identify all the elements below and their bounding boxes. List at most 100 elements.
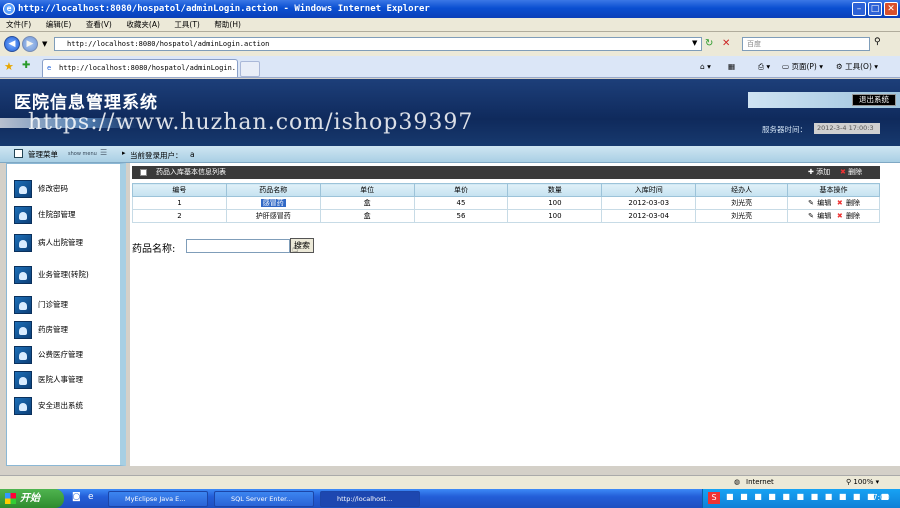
quicklaunch-ie-icon[interactable]: e xyxy=(88,492,94,502)
current-user-value: a xyxy=(190,150,195,159)
drug-name-selected[interactable]: 感冒药 xyxy=(260,199,286,207)
server-time-label: 服务器时间： xyxy=(762,125,807,134)
nav-strip: 管理菜单 show menu ☰ ▸ 当前登录用户： a xyxy=(0,146,900,163)
table-row: 1 感冒药 盒 45 100 2012-03-03 刘光亮 ✎ 编辑 ✖ 删除 xyxy=(132,196,880,210)
col-date: 入库时间 xyxy=(601,183,697,197)
taskbar-item-ie[interactable]: http://localhost... xyxy=(320,491,420,507)
exit-system-button[interactable]: 退出系统 xyxy=(852,94,896,106)
col-actions: 基本操作 xyxy=(787,183,880,197)
sidebar-item-pharmacy[interactable]: 药房管理 xyxy=(14,321,122,341)
edit-link[interactable]: ✎ 编辑 xyxy=(807,199,831,207)
stop-icon[interactable]: ✕ xyxy=(722,37,736,51)
table-header-row: 编号 药品名称 单位 单价 数量 入库时间 经办人 基本操作 xyxy=(132,183,880,197)
edit-link[interactable]: ✎ 编辑 xyxy=(807,212,831,220)
menu-edit[interactable]: 编辑(E) xyxy=(40,18,78,32)
start-button[interactable]: 开始 xyxy=(0,489,64,508)
tab-current[interactable]: e http://localhost:8080/hospatol/adminLo… xyxy=(42,59,238,77)
user-icon xyxy=(14,296,32,314)
zoom-level[interactable]: ⚲ 100% ▾ xyxy=(846,476,879,489)
user-icon xyxy=(14,371,32,389)
delete-icon: ✖ xyxy=(836,199,843,207)
sidebar-item-change-password[interactable]: 修改密码 xyxy=(14,180,122,200)
menu-bar: 文件(F) 编辑(E) 查看(V) 收藏夹(A) 工具(T) 帮助(H) xyxy=(0,18,900,32)
menu-view[interactable]: 查看(V) xyxy=(80,18,118,32)
search-label: 药品名称: xyxy=(132,244,176,255)
add-button[interactable]: ✚ 添加 xyxy=(808,166,830,179)
tray-icons[interactable]: ■ ■ ■ ■ ■ ■ ■ ■ ■ ■ ■ ■ xyxy=(726,492,891,501)
window-title: http://localhost:8080/hospatol/adminLogi… xyxy=(18,4,430,14)
search-icon[interactable]: ⚲ xyxy=(874,37,881,47)
home-icon[interactable]: ⌂ ▾ xyxy=(700,60,711,74)
table-row: 2 护肝感冒药 盒 56 100 2012-03-04 刘光亮 ✎ 编辑 ✖ 删… xyxy=(132,209,880,223)
user-icon xyxy=(14,266,32,284)
menu-file[interactable]: 文件(F) xyxy=(0,18,37,32)
favorites-star-icon[interactable]: ★ xyxy=(4,60,14,73)
feeds-icon[interactable]: ▦ xyxy=(728,60,735,74)
zone-text: Internet xyxy=(746,478,774,486)
history-dropdown-icon[interactable]: ▼ xyxy=(42,40,47,48)
sidebar-item-inpatient[interactable]: 住院部管理 xyxy=(14,206,122,226)
user-icon xyxy=(14,321,32,339)
col-handler: 经办人 xyxy=(695,183,789,197)
refresh-icon[interactable]: ↻ xyxy=(705,37,719,51)
minimize-button[interactable]: – xyxy=(852,2,866,16)
user-icon xyxy=(14,346,32,364)
maximize-button[interactable]: □ xyxy=(868,2,882,16)
globe-icon: ◍ xyxy=(734,478,741,486)
col-qty: 数量 xyxy=(507,183,603,197)
watermark-text: https://www.huzhan.com/ishop39397 xyxy=(28,110,474,135)
menu-favorites[interactable]: 收藏夹(A) xyxy=(120,18,165,32)
show-desktop-icon[interactable]: ◙ xyxy=(72,492,81,502)
panel-header: 药品入库基本信息列表 ✚ 添加 ✖ 删除 xyxy=(132,166,880,179)
user-icon xyxy=(14,397,32,415)
taskbar-item-myeclipse[interactable]: MyEclipse Java E... xyxy=(108,491,208,507)
col-price: 单价 xyxy=(413,183,509,197)
nav-menu-sub[interactable]: show menu xyxy=(68,151,97,157)
close-button[interactable]: ✕ xyxy=(884,2,898,16)
sidebar-item-public-medical[interactable]: 公费医疗管理 xyxy=(14,346,122,366)
status-bar: ◍ Internet ⚲ 100% ▾ xyxy=(0,475,900,489)
search-input[interactable]: 百度 xyxy=(742,37,870,51)
forward-icon[interactable]: ▶ xyxy=(22,36,38,52)
arrow-icon: ▸ xyxy=(122,149,126,157)
current-user-label: 当前登录用户： xyxy=(130,151,183,160)
col-name: 药品名称 xyxy=(225,183,321,197)
sidebar-item-discharge[interactable]: 病人出院管理 xyxy=(14,234,122,254)
user-icon xyxy=(14,234,32,252)
add-favorite-icon[interactable]: ✚ xyxy=(22,60,30,71)
menu-toggle-icon[interactable] xyxy=(14,149,23,158)
sidebar-item-personnel[interactable]: 医院人事管理 xyxy=(14,371,122,391)
list-icon xyxy=(140,169,147,176)
delete-icon: ✖ xyxy=(836,212,843,220)
delete-button[interactable]: ✖ 删除 xyxy=(840,166,862,179)
sidebar-item-transfer[interactable]: 业务管理(转院) xyxy=(14,266,122,286)
tray-app-icon[interactable]: S xyxy=(708,492,720,504)
col-unit: 单位 xyxy=(319,183,415,197)
panel-title: 药品入库基本信息列表 xyxy=(156,168,226,176)
user-icon xyxy=(14,206,32,224)
new-tab-button[interactable] xyxy=(240,61,260,77)
sidebar-item-logout[interactable]: 安全退出系统 xyxy=(14,397,122,417)
cursor-icon: ☝ xyxy=(292,244,299,255)
taskbar-item-sqlserver[interactable]: SQL Server Enter... xyxy=(214,491,314,507)
delete-link[interactable]: ✖ 删除 xyxy=(836,212,860,220)
tools-menu-button[interactable]: ⚙ 工具(O) ▾ xyxy=(836,60,878,74)
tab-bar: ★ ✚ e http://localhost:8080/hospatol/adm… xyxy=(0,56,900,78)
menu-tools[interactable]: 工具(T) xyxy=(168,18,205,32)
address-input[interactable]: http://localhost:8080/hospatol/adminLogi… xyxy=(54,37,702,51)
menu-help[interactable]: 帮助(H) xyxy=(208,18,247,32)
server-time-value: 2012-3-4 17:00:3 xyxy=(814,123,880,134)
menu-lines-icon: ☰ xyxy=(100,148,108,157)
pencil-icon: ✎ xyxy=(808,212,814,220)
address-bar-row: ◀ ▶ ▼ http://localhost:8080/hospatol/adm… xyxy=(0,32,900,56)
print-icon[interactable]: ⎙ ▾ xyxy=(758,60,770,74)
page-menu-button[interactable]: ▭ 页面(P) ▾ xyxy=(782,60,823,74)
page-icon: e xyxy=(47,64,52,72)
back-icon[interactable]: ◀ xyxy=(4,36,20,52)
delete-link[interactable]: ✖ 删除 xyxy=(836,199,860,207)
user-icon xyxy=(14,180,32,198)
drug-name-search-input[interactable] xyxy=(186,239,290,253)
taskbar-clock: 17:00 xyxy=(868,493,890,502)
address-dropdown-icon[interactable]: ▼ xyxy=(692,39,697,47)
sidebar-item-outpatient[interactable]: 门诊管理 xyxy=(14,296,122,316)
